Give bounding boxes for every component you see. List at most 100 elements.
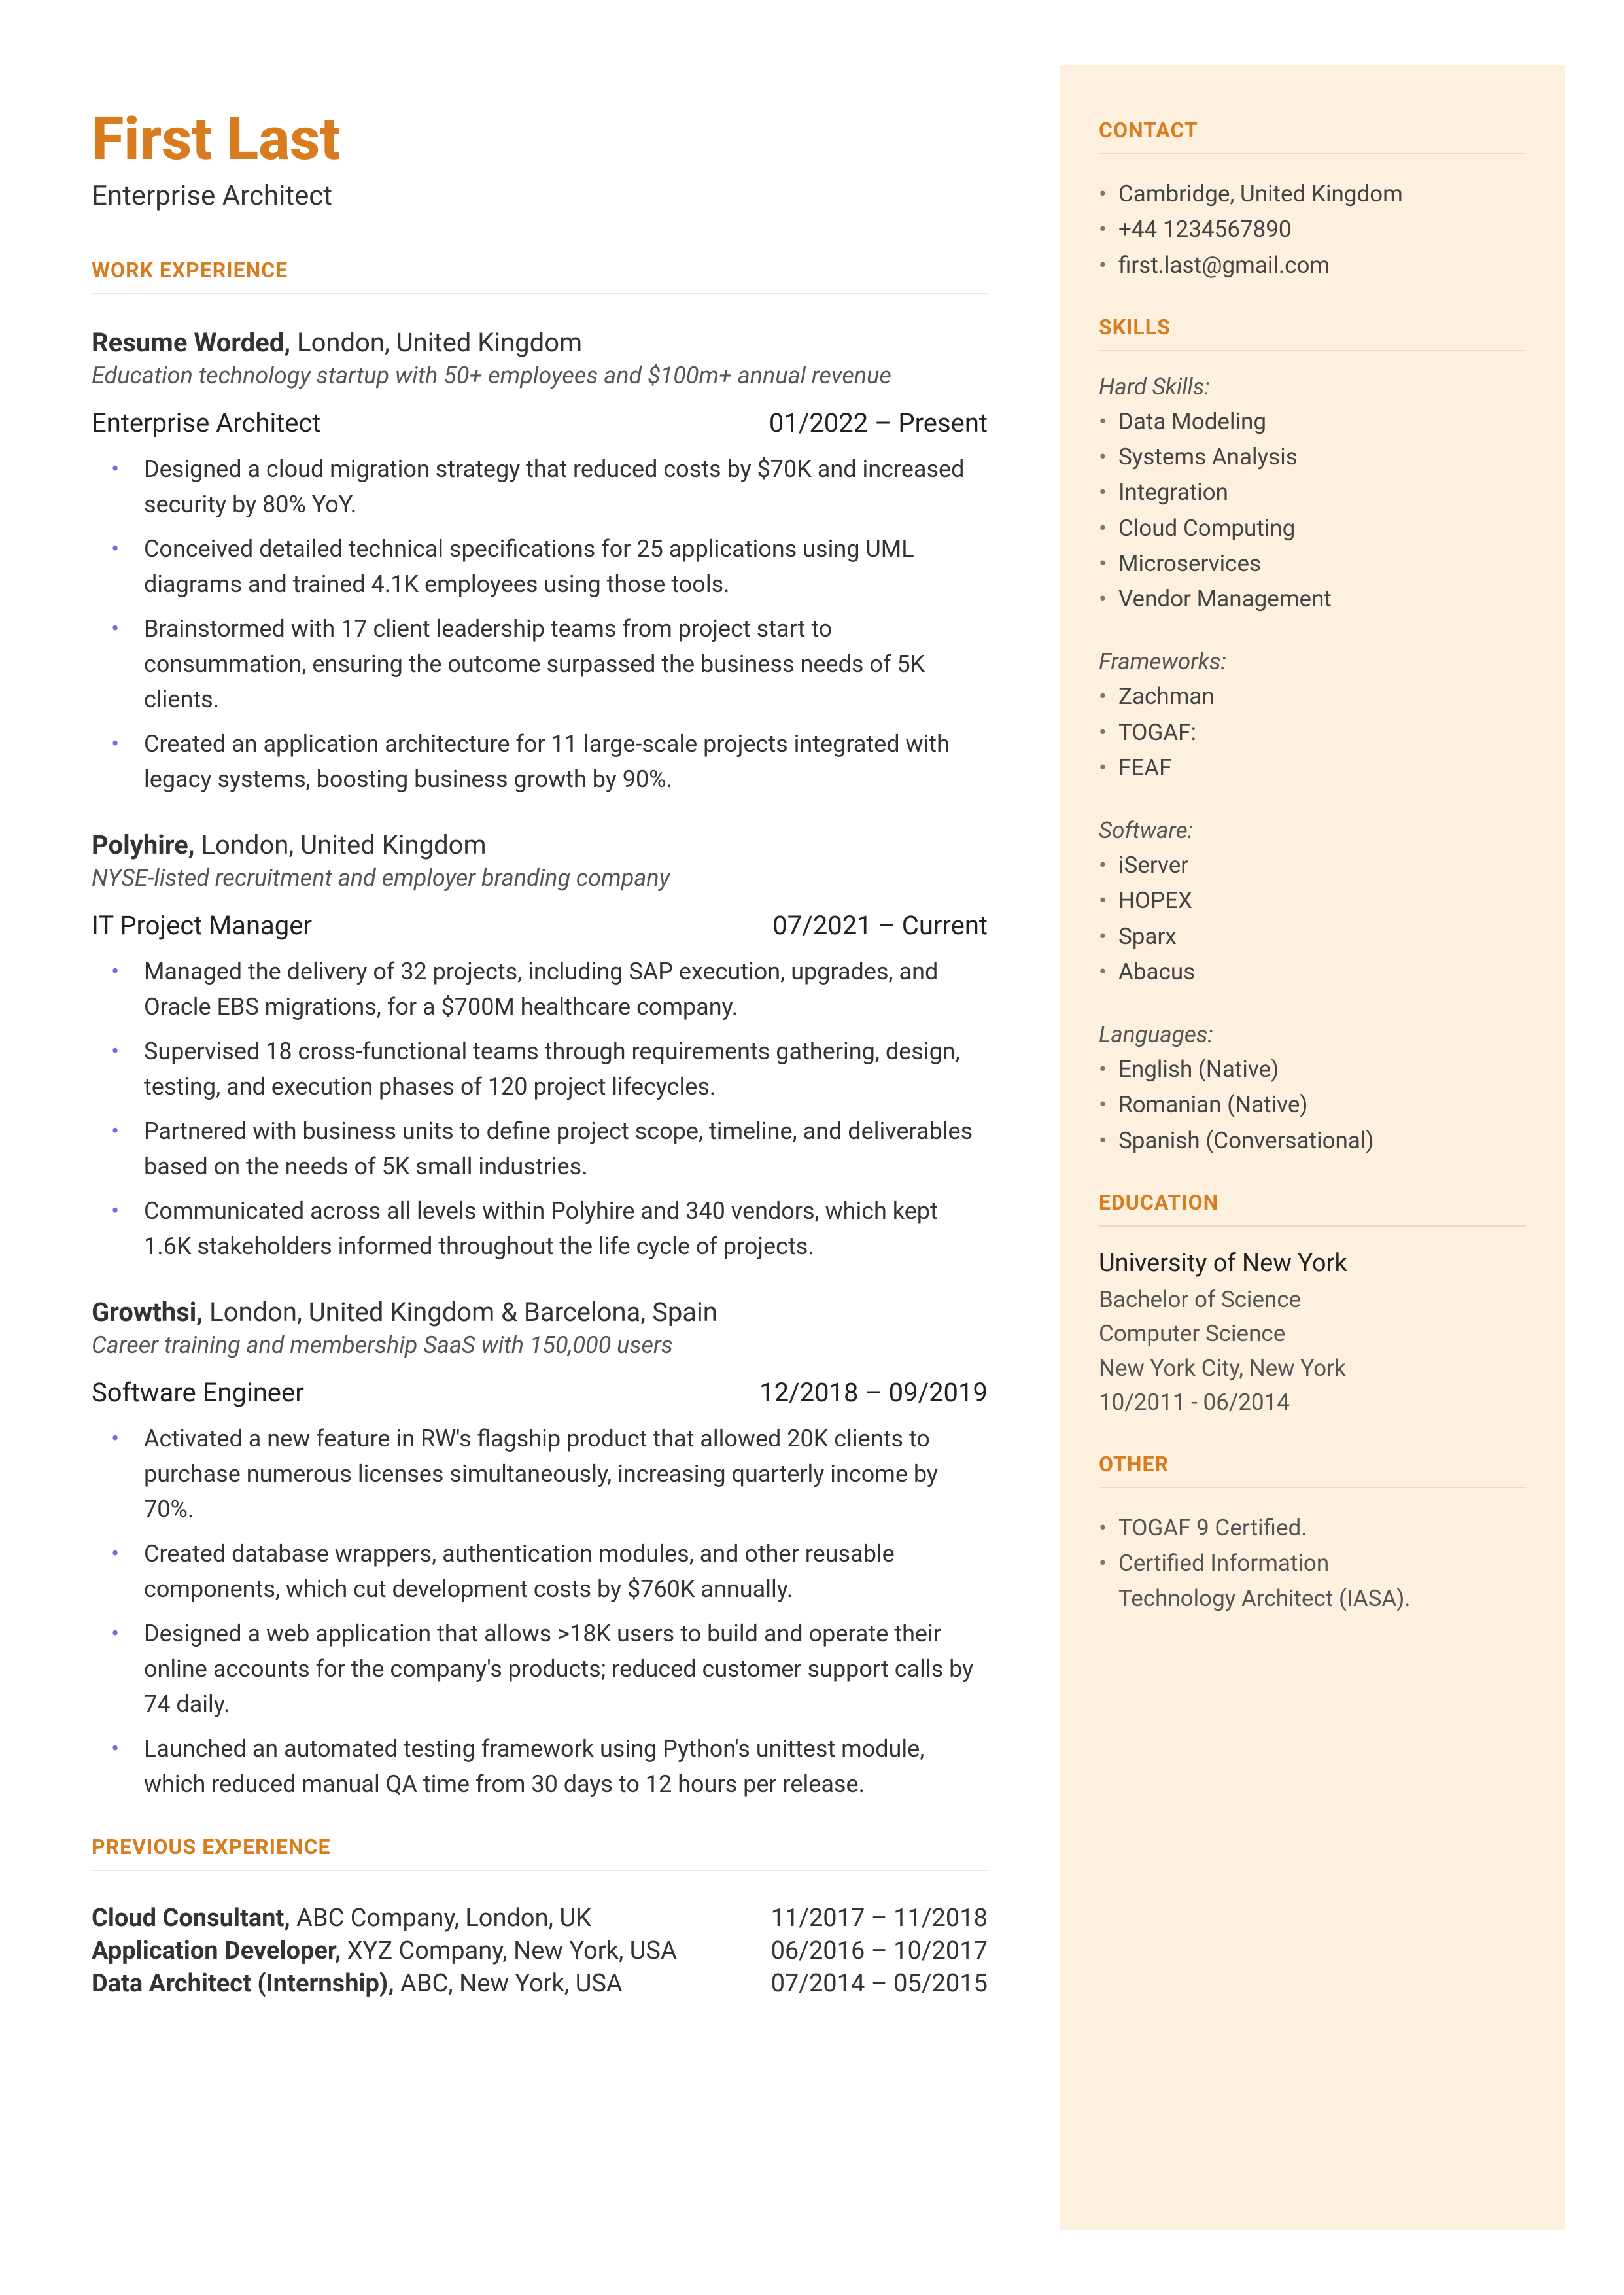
role-row: Software Engineer 12/2018 – 09/2019 [92,1377,988,1408]
company-name: Growthsi, [92,1297,203,1327]
divider [1099,153,1526,154]
job-bullets: Activated a new feature in RW's flagship… [92,1421,988,1802]
prev-rest: XYZ Company, New York, USA [341,1936,676,1965]
prev-role: Application Developer, [92,1936,341,1965]
main-column: First Last Enterprise Architect WORK EXP… [0,0,1060,2295]
bullet: Conceived detailed technical specificati… [144,531,988,602]
bullet: Designed a web application that allows >… [144,1616,988,1722]
bullet: Managed the delivery of 32 projects, inc… [144,954,988,1025]
education-location: New York City, New York [1099,1352,1526,1386]
skill-item: Vendor Management [1099,582,1526,617]
bullet: Created database wrappers, authenticatio… [144,1536,988,1607]
bullet: Brainstormed with 17 client leadership t… [144,611,988,717]
contact-location: Cambridge, United Kingdom [1099,177,1526,212]
role-dates: 01/2022 – Present [769,408,988,438]
skills-software-list: iServer HOPEX Sparx Abacus [1099,848,1526,990]
company-location: London, United Kingdom & Barcelona, Spai… [203,1297,717,1327]
section-work-experience: WORK EXPERIENCE [92,258,988,283]
skill-item: Zachman [1099,679,1526,714]
skill-item: Integration [1099,475,1526,510]
prev-dates: 11/2017 – 11/2018 [771,1904,988,1933]
skill-item: Sparx [1099,919,1526,955]
role-row: Enterprise Architect 01/2022 – Present [92,408,988,438]
role-dates: 12/2018 – 09/2019 [759,1377,988,1408]
job-bullets: Designed a cloud migration strategy that… [92,451,988,797]
role-title: IT Project Manager [92,910,312,941]
other-block: TOGAF 9 Certified. Certified Information… [1099,1511,1526,1617]
section-other: OTHER [1099,1452,1526,1477]
job-block: Growthsi, London, United Kingdom & Barce… [92,1297,988,1802]
role-row: IT Project Manager 07/2021 – Current [92,910,988,941]
previous-row: Data Architect (Internship), ABC, New Yo… [92,1969,988,1998]
skill-item: Systems Analysis [1099,440,1526,475]
skill-item: HOPEX [1099,883,1526,919]
education-field: Computer Science [1099,1317,1526,1352]
other-item: TOGAF 9 Certified. [1099,1511,1526,1546]
divider [92,1870,988,1871]
skill-item: Spanish (Conversational) [1099,1123,1526,1159]
divider [1099,350,1526,351]
skills-languages-list: English (Native) Romanian (Native) Spani… [1099,1052,1526,1159]
prev-rest: ABC Company, London, UK [290,1904,591,1933]
other-item: Certified Information [1099,1546,1526,1581]
skill-item: iServer [1099,848,1526,883]
job-block: Polyhire, London, United Kingdom NYSE-li… [92,830,988,1264]
prev-rest: ABC, New York, USA [394,1969,623,1998]
bullet: Designed a cloud migration strategy that… [144,451,988,522]
prev-role: Data Architect (Internship), [92,1969,394,1998]
divider [92,293,988,294]
job-company-line: Growthsi, London, United Kingdom & Barce… [92,1297,988,1327]
skills-software-label: Software: [1099,817,1526,844]
job-company-line: Resume Worded, London, United Kingdom [92,327,988,358]
job-block: Resume Worded, London, United Kingdom Ed… [92,327,988,797]
divider [1099,1487,1526,1488]
section-previous-experience: PREVIOUS EXPERIENCE [92,1834,988,1859]
skill-item: Abacus [1099,955,1526,990]
prev-dates: 06/2016 – 10/2017 [771,1936,988,1965]
skill-item: English (Native) [1099,1052,1526,1087]
previous-row: Application Developer, XYZ Company, New … [92,1936,988,1965]
section-contact: CONTACT [1099,118,1526,143]
skill-item: TOGAF: [1099,715,1526,750]
company-location: London, United Kingdom [290,327,582,358]
company-name: Polyhire, [92,830,195,860]
candidate-title: Enterprise Architect [92,180,988,212]
role-title: Enterprise Architect [92,408,321,438]
role-title: Software Engineer [92,1377,304,1408]
bullet: Created an application architecture for … [144,726,988,797]
contact-list: Cambridge, United Kingdom +44 1234567890… [1099,177,1526,283]
skill-item: Data Modeling [1099,404,1526,440]
section-skills: SKILLS [1099,315,1526,340]
skills-frameworks-label: Frameworks: [1099,648,1526,675]
bullet: Launched an automated testing framework … [144,1731,988,1802]
skill-item: Microservices [1099,546,1526,582]
role-dates: 07/2021 – Current [772,910,988,941]
other-item-continuation: Technology Architect (IASA). [1099,1581,1526,1617]
divider [1099,1225,1526,1227]
bullet: Activated a new feature in RW's flagship… [144,1421,988,1527]
company-name: Resume Worded, [92,327,290,358]
skills-hard-label: Hard Skills: [1099,374,1526,400]
company-description: NYSE-listed recruitment and employer bra… [92,864,988,892]
side-column: CONTACT Cambridge, United Kingdom +44 12… [1060,65,1565,2230]
bullet: Partnered with business units to define … [144,1113,988,1184]
bullet: Communicated across all levels within Po… [144,1193,988,1264]
prev-dates: 07/2014 – 05/2015 [771,1969,988,1998]
skill-item: Romanian (Native) [1099,1087,1526,1123]
company-location: London, United Kingdom [195,830,487,860]
contact-email: first.last@gmail.com [1099,248,1526,283]
job-company-line: Polyhire, London, United Kingdom [92,830,988,860]
contact-phone: +44 1234567890 [1099,212,1526,247]
section-education: EDUCATION [1099,1190,1526,1215]
prev-role: Cloud Consultant, [92,1904,290,1933]
education-block: University of New York Bachelor of Scien… [1099,1249,1526,1420]
education-degree: Bachelor of Science [1099,1283,1526,1318]
education-school: University of New York [1099,1249,1526,1278]
skills-hard-list: Data Modeling Systems Analysis Integrati… [1099,404,1526,618]
job-bullets: Managed the delivery of 32 projects, inc… [92,954,988,1264]
skill-item: FEAF [1099,750,1526,786]
bullet: Supervised 18 cross-functional teams thr… [144,1034,988,1104]
skills-frameworks-list: Zachman TOGAF: FEAF [1099,679,1526,786]
candidate-name: First Last [92,105,988,173]
skill-item: Cloud Computing [1099,511,1526,546]
